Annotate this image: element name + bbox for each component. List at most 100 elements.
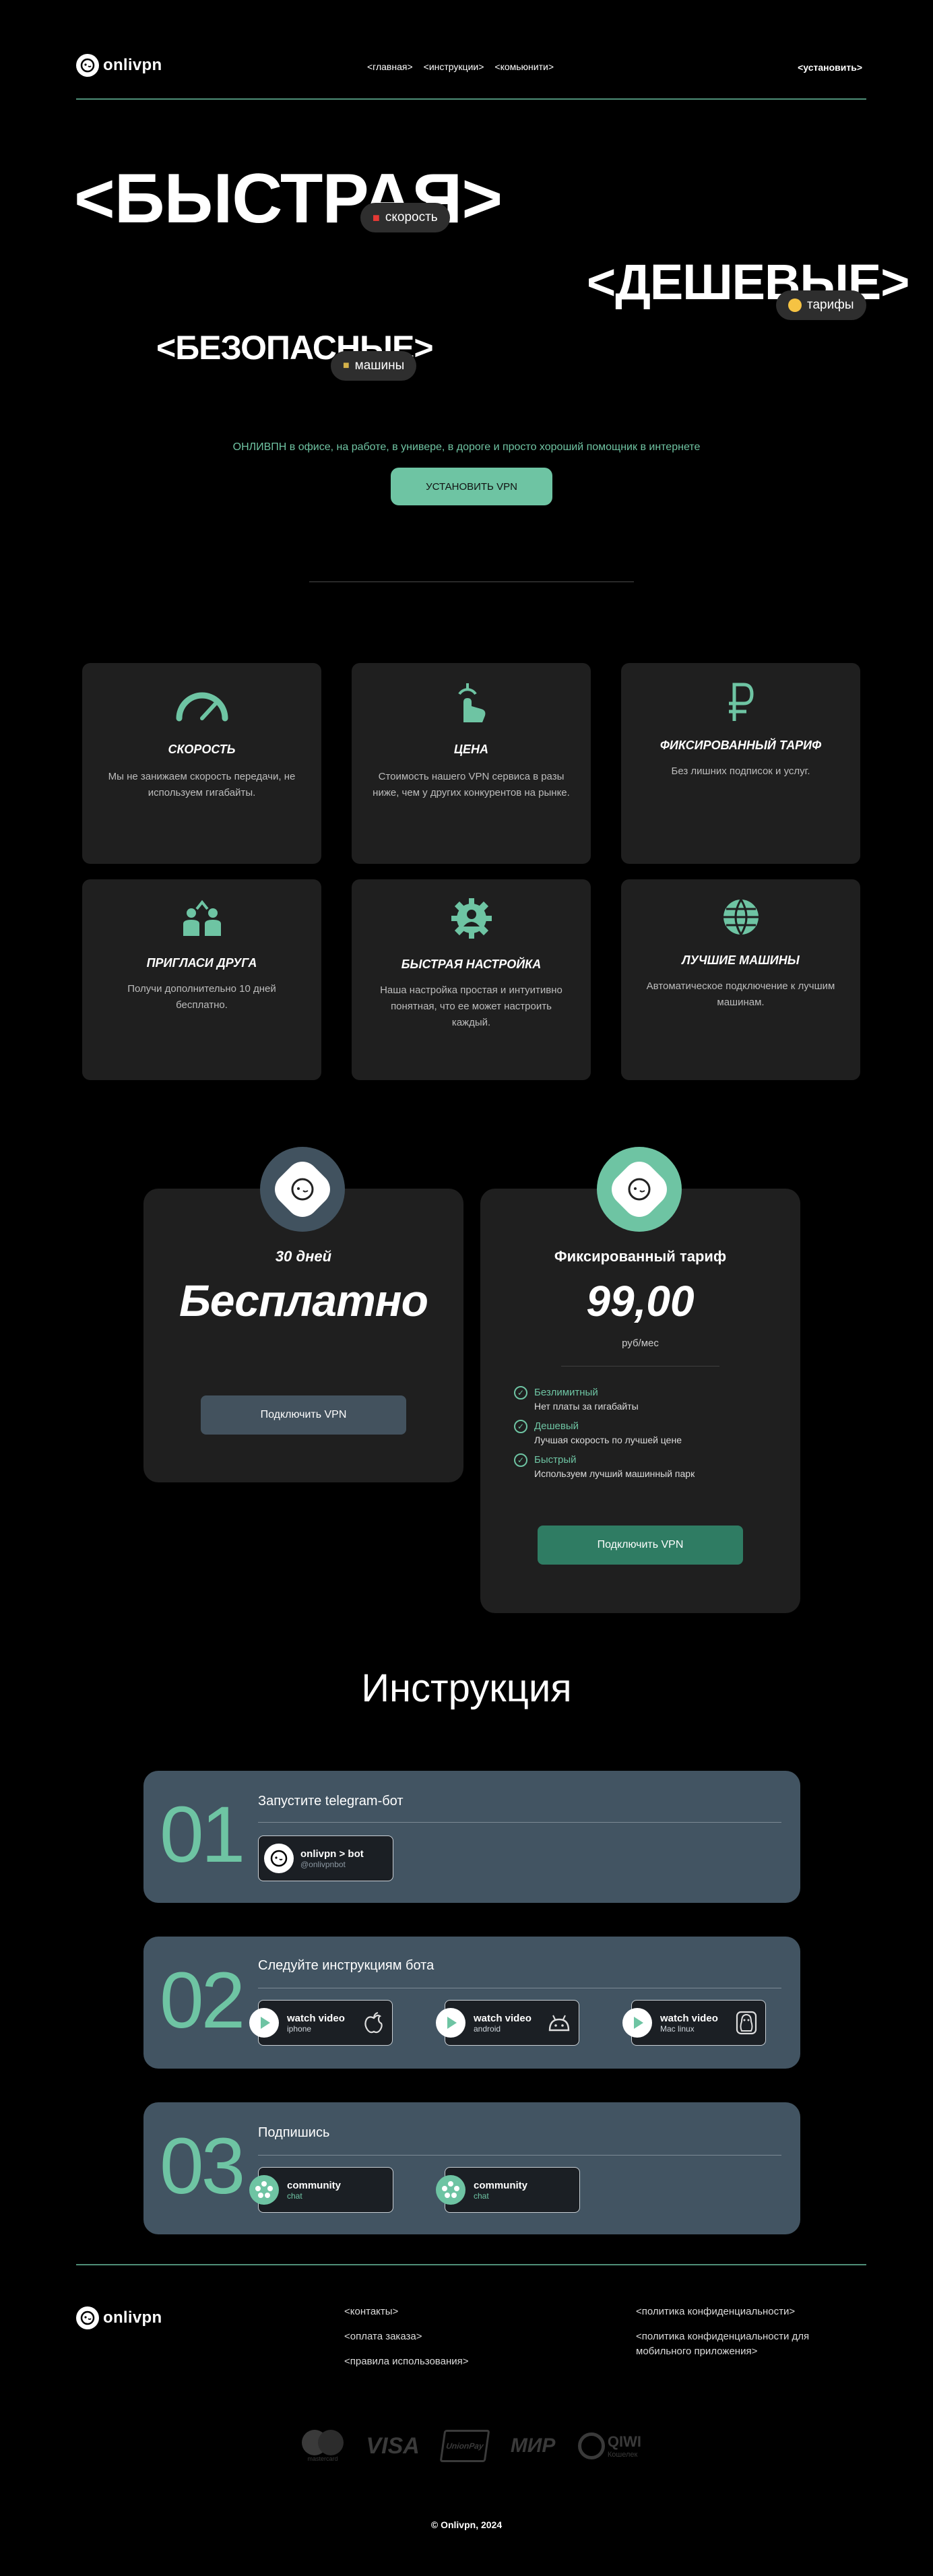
tile-title: community xyxy=(287,2179,342,2191)
footer-link-contacts[interactable]: <контакты> xyxy=(344,2304,469,2319)
feature-card-machines: ЛУЧШИЕ МАШИНЫ Автоматическое подключение… xyxy=(621,879,860,1080)
logo-text: onlivpn xyxy=(103,2308,162,2327)
step-title: Подпишись xyxy=(258,2125,330,2140)
android-icon xyxy=(548,2015,570,2032)
footer-link-privacy[interactable]: <политика конфиденциальности> xyxy=(636,2304,858,2319)
footer-link-payment[interactable]: <оплата заказа> xyxy=(344,2329,469,2344)
tap-hand-icon xyxy=(457,683,485,722)
tile-subtitle: android xyxy=(474,2023,501,2034)
feature-title: ПРИГЛАСИ ДРУГА xyxy=(146,956,257,970)
globe-icon xyxy=(723,899,759,935)
video-tile-mac-linux[interactable]: watch video Mac linux xyxy=(622,2000,766,2046)
plan-feature-unlimited: ✓ Безлимитный Нет платы за гигабайты xyxy=(514,1386,770,1413)
tile-text: onlivpn > bot @onlivpnbot xyxy=(300,1848,364,1869)
hero-pill-speed: ■ скорость xyxy=(360,203,450,232)
play-icon xyxy=(622,2008,652,2038)
pill-label: машины xyxy=(354,358,405,373)
qiwi-icon: QIWI Кошелек xyxy=(577,2432,641,2459)
lock-icon: ■ xyxy=(343,360,350,371)
nav-link-community[interactable]: <комьюнити> xyxy=(494,61,554,72)
plan-feature-desc: Используем лучший машинный парк xyxy=(534,1468,695,1479)
linux-icon xyxy=(736,2011,757,2035)
feature-title: ЛУЧШИЕ МАШИНЫ xyxy=(682,953,800,967)
speedometer-icon xyxy=(176,692,228,722)
feature-card-invite: ПРИГЛАСИ ДРУГА Получи дополнительно 10 д… xyxy=(82,879,321,1080)
hero-pill-tariffs: тарифы xyxy=(776,290,866,320)
community-tile-1[interactable]: community chat xyxy=(249,2167,393,2213)
tile-title: watch video xyxy=(287,2012,345,2024)
mir-icon: МИР xyxy=(510,2434,556,2457)
telegram-bot-tile[interactable]: onlivpn > bot @onlivpnbot xyxy=(258,1835,393,1881)
step-title: Следуйте инструкциям бота xyxy=(258,1958,435,1973)
gear-person-icon xyxy=(451,898,492,939)
mastercard-label: mastercard xyxy=(307,2455,338,2462)
paid-plan-avatar xyxy=(597,1147,682,1232)
tile-subtitle: Mac linux xyxy=(660,2023,695,2034)
plan-feature-title: Дешевый xyxy=(534,1420,579,1432)
check-circle-icon: ✓ xyxy=(514,1453,527,1467)
tile-subtitle: @onlivpnbot xyxy=(300,1859,346,1869)
tile-title: watch video xyxy=(660,2012,718,2024)
tile-title: community xyxy=(474,2179,528,2191)
friends-icon xyxy=(183,900,221,936)
feature-desc: Стоимость нашего VPN сервиса в разы ниже… xyxy=(373,771,570,798)
footer-links-col1: <контакты> <оплата заказа> <правила испо… xyxy=(344,2304,469,2369)
check-circle-icon: ✓ xyxy=(514,1420,527,1433)
instruction-step-1: 01 Запустите telegram-бот onlivpn > bot … xyxy=(143,1771,800,1903)
step-number: 03 xyxy=(160,2122,245,2211)
tile-text: community chat xyxy=(474,2180,527,2201)
free-plan-connect-button[interactable]: Подключить VPN xyxy=(201,1395,406,1435)
community-tile-2[interactable]: community chat xyxy=(436,2167,580,2213)
tile-subtitle: iphone xyxy=(287,2023,312,2034)
smile-emoji-icon xyxy=(788,299,802,312)
paid-plan-price: 99,00 xyxy=(586,1277,695,1325)
tile-text: watch video android xyxy=(474,2013,548,2034)
plan-feature-desc: Нет платы за гигабайты xyxy=(534,1401,639,1412)
feature-title: ФИКСИРОВАННЫЙ ТАРИФ xyxy=(659,739,822,752)
feature-desc: Получи дополнительно 10 дней бесплатно. xyxy=(127,983,276,1011)
hero-install-button[interactable]: УСТАНОВИТЬ VPN xyxy=(391,468,552,505)
feature-desc: Автоматическое подключение к лучшим маши… xyxy=(646,980,835,1008)
footer-links-col2: <политика конфиденциальности> <политика … xyxy=(636,2304,858,2359)
paid-plan-connect-button[interactable]: Подключить VPN xyxy=(538,1526,743,1565)
community-icon xyxy=(436,2175,465,2205)
video-tile-iphone[interactable]: watch video iphone xyxy=(249,2000,393,2046)
tile-subtitle: chat xyxy=(474,2191,489,2201)
feature-desc: Мы не занижаем скорость передачи, не исп… xyxy=(108,771,296,798)
header-logo[interactable]: onlivpn xyxy=(76,54,162,77)
plan-feature-title: Быстрый xyxy=(534,1454,577,1466)
play-icon xyxy=(436,2008,465,2038)
paid-plan-unit: руб/мес xyxy=(622,1338,659,1349)
step-divider xyxy=(258,1822,781,1823)
step-title: Запустите telegram-бот xyxy=(258,1794,404,1809)
feature-title: БЫСТРАЯ НАСТРОЙКА xyxy=(401,957,542,971)
tile-text: community chat xyxy=(287,2180,341,2201)
footer-logo[interactable]: onlivpn xyxy=(76,2306,162,2329)
footer-link-rules[interactable]: <правила использования> xyxy=(344,2354,469,2369)
footer-link-privacy-mobile[interactable]: <политика конфиденциальности для мобильн… xyxy=(636,2329,858,2359)
logo-text: onlivpn xyxy=(103,56,162,74)
robot-face-icon xyxy=(268,1155,337,1224)
paid-plan-features: ✓ Безлимитный Нет платы за гигабайты ✓ Д… xyxy=(514,1386,770,1480)
feature-card-fixed: ФИКСИРОВАННЫЙ ТАРИФ Без лишних подписок … xyxy=(621,663,860,864)
payment-logos: mastercard VISA UnionPay МИР QIWI Кошеле… xyxy=(302,2424,641,2468)
footer-divider xyxy=(76,2264,866,2265)
footer-copyright: © Onlivpn, 2024 xyxy=(430,2519,503,2530)
main-nav: <главная> <инструкции> <комьюнити> xyxy=(367,61,554,72)
logo-face-icon xyxy=(76,2306,99,2329)
tile-title: watch video xyxy=(474,2012,532,2024)
feature-title: ЦЕНА xyxy=(453,743,489,756)
telegram-bot-icon xyxy=(264,1844,294,1873)
visa-icon: VISA xyxy=(366,2432,420,2459)
robot-face-icon xyxy=(605,1155,674,1224)
free-plan-price: Бесплатно xyxy=(179,1276,428,1325)
free-plan-avatar xyxy=(260,1147,345,1232)
nav-link-instructions[interactable]: <инструкции> xyxy=(424,61,484,72)
header-install-link[interactable]: <установить> xyxy=(798,62,862,73)
nav-link-home[interactable]: <главная> xyxy=(367,61,413,72)
check-circle-icon: ✓ xyxy=(514,1386,527,1400)
step-number: 02 xyxy=(160,1956,245,2045)
feature-card-price: ЦЕНА Стоимость нашего VPN сервиса в разы… xyxy=(352,663,591,864)
video-tile-android[interactable]: watch video android xyxy=(436,2000,579,2046)
plan-feature-fast: ✓ Быстрый Используем лучший машинный пар… xyxy=(514,1453,770,1480)
